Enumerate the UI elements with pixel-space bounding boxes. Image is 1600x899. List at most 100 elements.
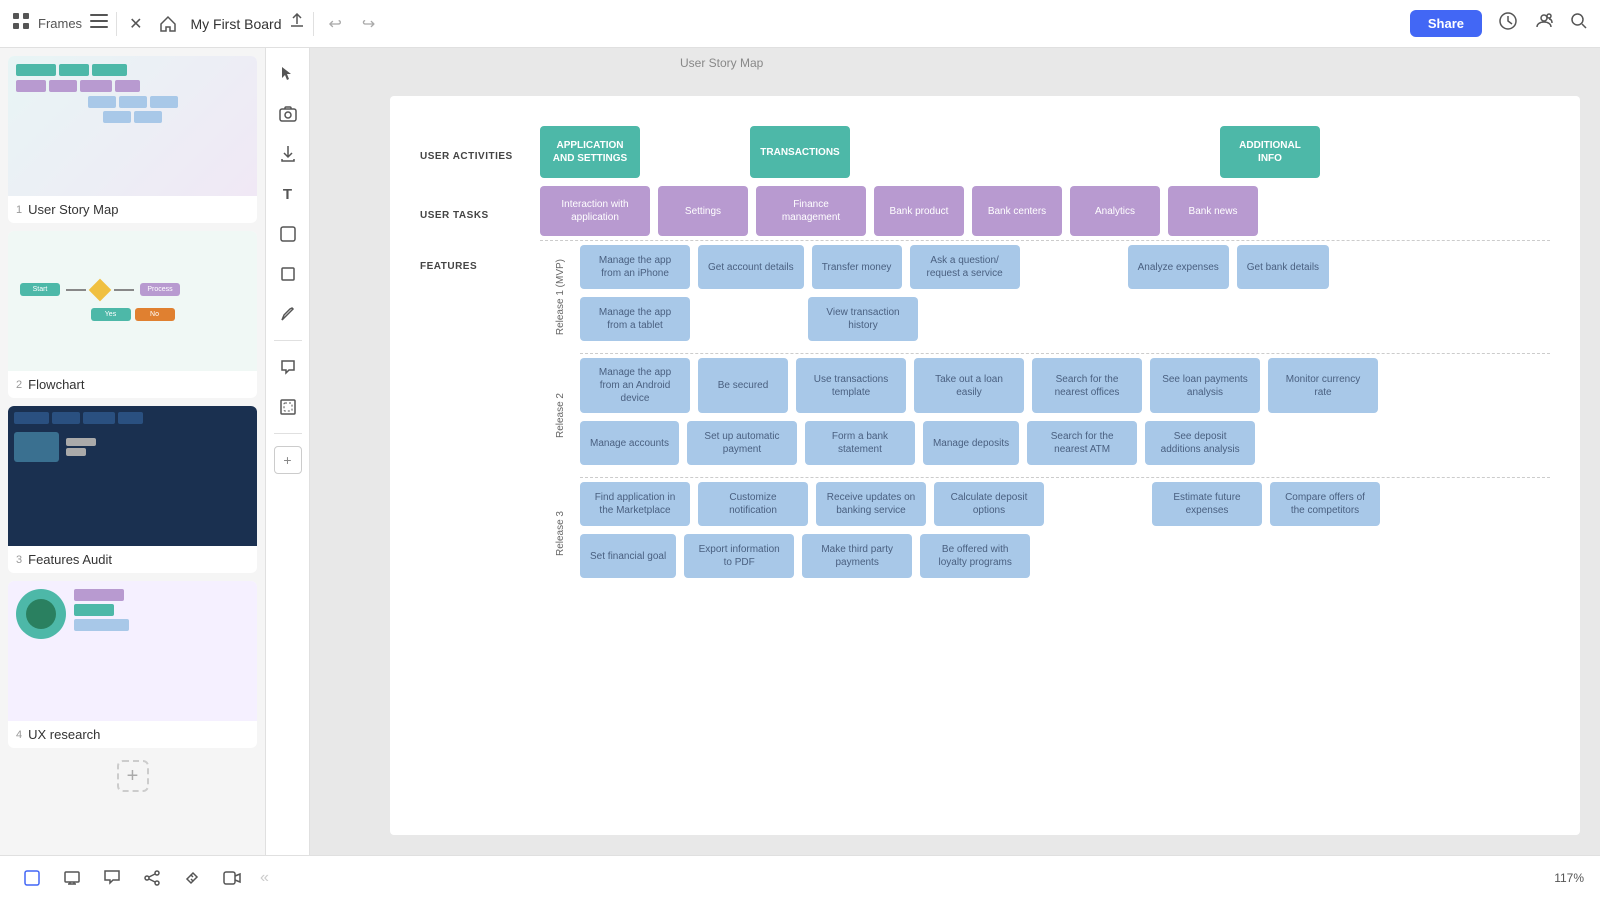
task-card-3[interactable]: Finance management (756, 186, 866, 236)
feature-card[interactable]: See loan payments analysis (1150, 358, 1260, 413)
features-label: FEATURES (420, 245, 540, 586)
release-1-row-1: Manage the app from an iPhone Get accoun… (580, 245, 1550, 289)
feature-card[interactable]: Estimate future expenses (1152, 482, 1262, 526)
feature-card[interactable]: Compare offers of the competitors (1270, 482, 1380, 526)
frame-name-3: Features Audit (28, 552, 112, 567)
pen-tool[interactable] (270, 296, 306, 332)
canvas-area[interactable]: User Story Map USER ACTIVITIES APPLICATI… (310, 48, 1600, 855)
import-tool[interactable] (270, 136, 306, 172)
feature-card[interactable]: See deposit additions analysis (1145, 421, 1255, 465)
topbar-right: Share (1410, 10, 1588, 37)
feature-card[interactable]: Get account details (698, 245, 804, 289)
feature-card[interactable]: Form a bank statement (805, 421, 915, 465)
select-bottom-tool[interactable] (16, 862, 48, 894)
release-3-row-1: Find application in the Marketplace Cust… (580, 482, 1550, 526)
upload-button[interactable] (289, 13, 305, 34)
feature-card[interactable]: Manage the app from an Android device (580, 358, 690, 413)
frame-item-3[interactable]: 3 Features Audit (8, 406, 257, 573)
feature-card[interactable]: Search for the nearest ATM (1027, 421, 1137, 465)
feature-card[interactable]: Receive updates on banking service (816, 482, 926, 526)
task-card-4[interactable]: Bank product (874, 186, 964, 236)
story-map: USER ACTIVITIES APPLICATION AND SETTINGS… (420, 126, 1550, 586)
app-title: Frames (38, 16, 82, 31)
release-1-label-col: Release 1 (MVP) (540, 245, 580, 349)
present-icon[interactable] (1498, 11, 1518, 36)
feature-card[interactable]: Set financial goal (580, 534, 676, 578)
task-card-7[interactable]: Bank news (1168, 186, 1258, 236)
task-card-6[interactable]: Analytics (1070, 186, 1160, 236)
text-tool[interactable]: T (270, 176, 306, 212)
feature-card[interactable]: Transfer money (812, 245, 902, 289)
task-card-5[interactable]: Bank centers (972, 186, 1062, 236)
collaborate-icon[interactable] (1534, 11, 1554, 36)
activity-card-3[interactable]: ADDITIONAL INFO (1220, 126, 1320, 178)
feature-card[interactable]: Ask a question/ request a service (910, 245, 1020, 289)
frame-label-row-1: 1 User Story Map (8, 196, 257, 223)
feature-card[interactable]: Make third party payments (802, 534, 912, 578)
present-bottom-tool[interactable] (56, 862, 88, 894)
activity-card-1[interactable]: APPLICATION AND SETTINGS (540, 126, 640, 178)
feature-card[interactable]: Get bank details (1237, 245, 1329, 289)
close-icon[interactable]: ✕ (129, 14, 142, 34)
frame-label-row-2: 2 Flowchart (8, 371, 257, 398)
tools-panel: T + (266, 48, 310, 855)
release-2-section: Release 2 Manage the app from an Android… (540, 358, 1550, 473)
feature-card[interactable]: Find application in the Marketplace (580, 482, 690, 526)
ellipsis-icon[interactable]: « (260, 869, 269, 887)
search-icon[interactable] (1570, 12, 1588, 35)
feature-card[interactable]: Analyze expenses (1128, 245, 1229, 289)
home-button[interactable] (154, 10, 182, 38)
menu-icon[interactable] (90, 14, 108, 33)
comment-tool[interactable] (270, 349, 306, 385)
grid-icon[interactable] (12, 12, 30, 35)
release-2-label-col: Release 2 (540, 358, 580, 473)
feature-card[interactable]: Monitor currency rate (1268, 358, 1378, 413)
task-card-2[interactable]: Settings (658, 186, 748, 236)
topbar: Frames ✕ My First Board ↩ ↪ Share (0, 0, 1600, 48)
frame-tool[interactable] (270, 389, 306, 425)
feature-card[interactable]: Take out a loan easily (914, 358, 1024, 413)
frame-name-1: User Story Map (28, 202, 118, 217)
release-2-cards: Manage the app from an Android device Be… (580, 358, 1550, 473)
note-tool[interactable] (270, 216, 306, 252)
task-card-1[interactable]: Interaction with application (540, 186, 650, 236)
feature-card[interactable]: Be offered with loyalty programs (920, 534, 1030, 578)
feature-card[interactable]: Customize notification (698, 482, 808, 526)
frame-num-4: 4 (16, 729, 22, 741)
video-bottom-tool[interactable] (216, 862, 248, 894)
release-2-row-2: Manage accounts Set up automatic payment… (580, 421, 1550, 465)
frame-label-row-4: 4 UX research (8, 721, 257, 748)
feature-card[interactable]: Manage accounts (580, 421, 679, 465)
feature-card[interactable]: Be secured (698, 358, 788, 413)
add-frame-button[interactable]: + (117, 760, 149, 792)
redo-button[interactable]: ↪ (356, 10, 381, 38)
frame-item-4[interactable]: 4 UX research (8, 581, 257, 748)
feature-card[interactable]: Set up automatic payment (687, 421, 797, 465)
activity-card-2[interactable]: TRANSACTIONS (750, 126, 850, 178)
feature-card[interactable]: Use transactions template (796, 358, 906, 413)
feature-card[interactable]: Manage the app from an iPhone (580, 245, 690, 289)
camera-tool[interactable] (270, 96, 306, 132)
frame-item-1[interactable]: 1 User Story Map (8, 56, 257, 223)
comment-bottom-tool[interactable] (96, 862, 128, 894)
feature-card[interactable]: Manage the app from a tablet (580, 297, 690, 341)
cursor-tool[interactable] (270, 56, 306, 92)
frame-thumb-2: Start Process Yes No (8, 231, 257, 371)
tool-separator-2 (274, 433, 302, 434)
feature-card[interactable]: Manage deposits (923, 421, 1019, 465)
share-bottom-tool[interactable] (136, 862, 168, 894)
release-1-cards: Manage the app from an iPhone Get accoun… (580, 245, 1550, 349)
link-bottom-tool[interactable] (176, 862, 208, 894)
share-button[interactable]: Share (1410, 10, 1482, 37)
feature-card[interactable]: Calculate deposit options (934, 482, 1044, 526)
undo-button[interactable]: ↩ (322, 10, 347, 38)
feature-card[interactable]: Search for the nearest offices (1032, 358, 1142, 413)
features-section: FEATURES Release 1 (MVP) Manage the app … (420, 245, 1550, 586)
shape-tool[interactable] (270, 256, 306, 292)
frame-item-2[interactable]: Start Process Yes No 2 Flowchart (8, 231, 257, 398)
feature-card[interactable]: Export information to PDF (684, 534, 794, 578)
feature-card[interactable]: View transaction history (808, 297, 918, 341)
user-activities-label: USER ACTIVITIES (420, 143, 540, 162)
add-tool-button[interactable]: + (274, 446, 302, 474)
topbar-left: Frames ✕ (12, 12, 142, 36)
